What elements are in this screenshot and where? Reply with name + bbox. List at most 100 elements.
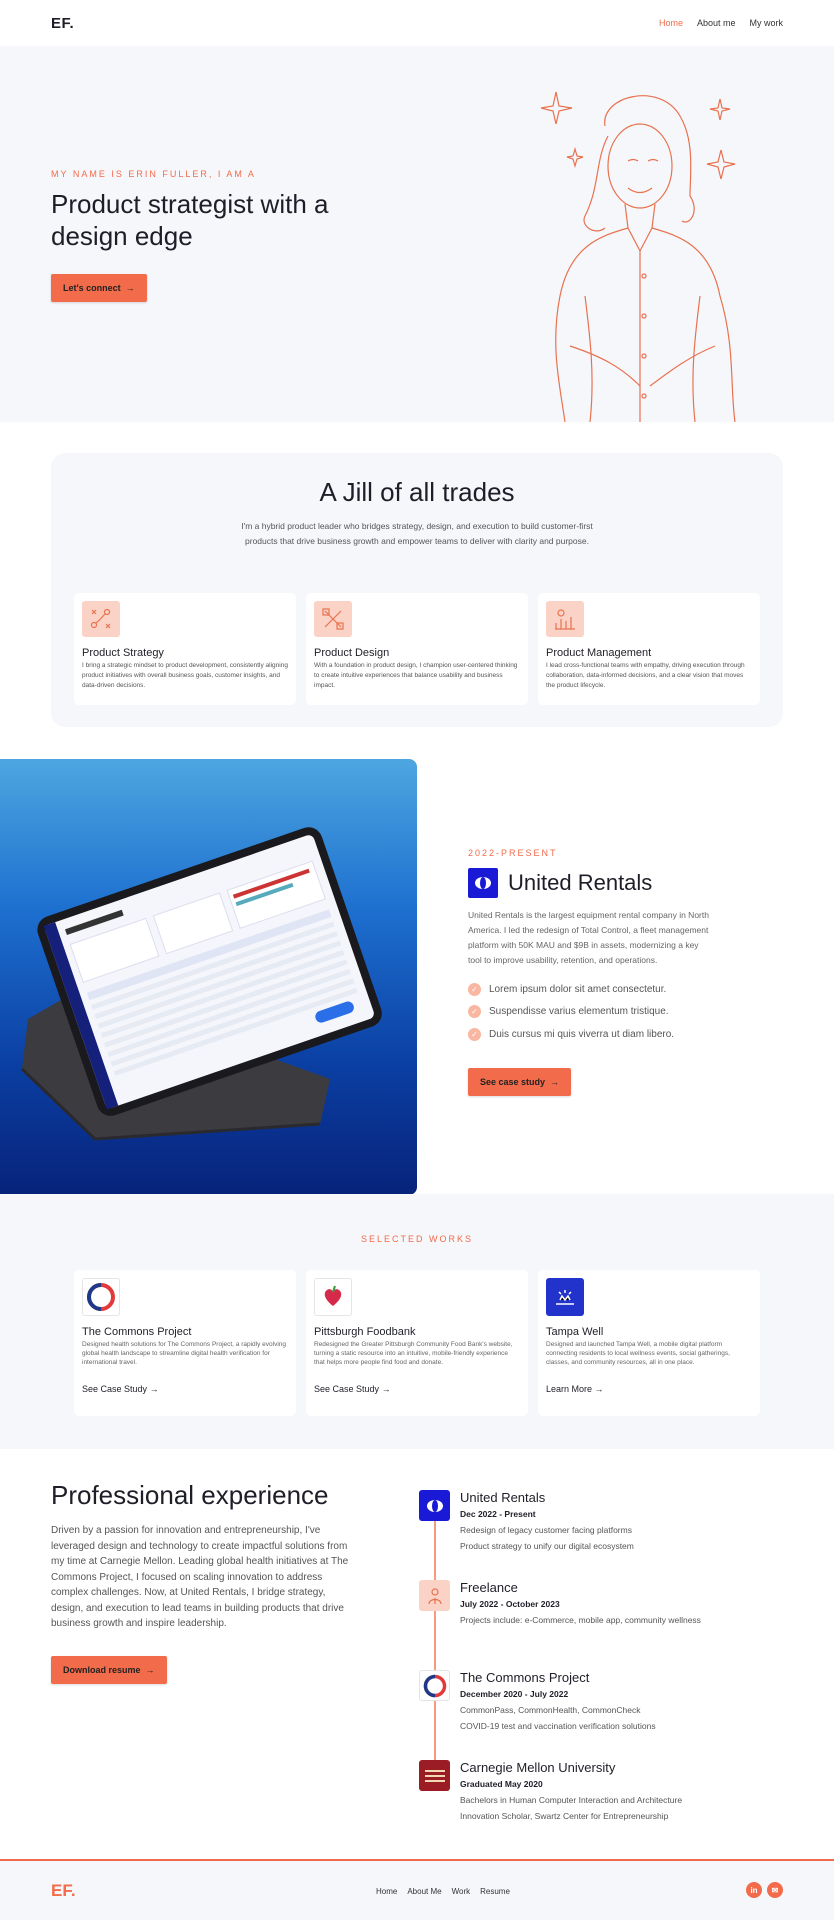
freelance-icon: [419, 1580, 450, 1611]
tablet-mockup-image: [0, 759, 417, 1195]
timeline-detail: Bachelors in Human Computer Interaction …: [460, 1795, 683, 1805]
bullet-text: Duis cursus mi quis viverra ut diam libe…: [489, 1028, 675, 1040]
work-link[interactable]: See Case Study →: [82, 1384, 288, 1394]
arrow-right-icon: →: [594, 1384, 604, 1394]
site-header: EF. Home About me My work: [0, 0, 834, 46]
skill-text: I lead cross-functional teams with empat…: [546, 662, 745, 689]
download-resume-button[interactable]: Download resume →: [51, 1656, 167, 1684]
commons-project-logo-icon: [82, 1278, 120, 1316]
skill-title: Product Management: [546, 647, 652, 659]
footer-nav-about[interactable]: About Me: [407, 1887, 441, 1896]
case-study-label: See case study: [480, 1076, 546, 1087]
timeline-detail: Redesign of legacy customer facing platf…: [460, 1525, 632, 1535]
hero-kicker: MY NAME IS ERIN FULLER, I AM A: [51, 169, 256, 179]
case-kicker: 2022-PRESENT: [468, 848, 558, 858]
work-card: The Commons Project Designed health solu…: [74, 1270, 296, 1416]
linkedin-icon[interactable]: in: [746, 1882, 762, 1898]
skills-lead: I'm a hybrid product leader who bridges …: [241, 521, 593, 546]
timeline-detail: Product strategy to unify our digital ec…: [460, 1541, 634, 1551]
footer-nav-resume[interactable]: Resume: [480, 1887, 510, 1896]
bullet-text: Suspendisse varius elementum tristique.: [489, 1006, 669, 1018]
skill-card: Product Strategy I bring a strategic min…: [74, 593, 296, 705]
check-icon: ✓: [468, 1005, 481, 1019]
timeline-name: Freelance: [460, 1580, 518, 1595]
skills-title: A Jill of all trades: [319, 477, 515, 507]
footer-nav: Home About Me Work Resume: [376, 1887, 510, 1896]
work-title: Tampa Well: [546, 1326, 604, 1338]
strategy-icon: [82, 601, 120, 637]
footer-nav-home[interactable]: Home: [376, 1887, 397, 1896]
work-title: Pittsburgh Foodbank: [314, 1326, 416, 1338]
check-icon: ✓: [468, 1027, 481, 1041]
arrow-right-icon: →: [149, 1384, 159, 1394]
arrow-right-icon: →: [145, 1665, 155, 1675]
bullet-item: ✓ Lorem ipsum dolor sit amet consectetur.: [468, 978, 768, 1001]
bullet-text: Lorem ipsum dolor sit amet consectetur.: [489, 983, 667, 995]
arrow-right-icon: →: [125, 283, 135, 293]
experience-text: Driven by a passion for innovation and e…: [51, 1525, 349, 1629]
work-card: Tampa Well Designed and launched Tampa W…: [538, 1270, 760, 1416]
footer-nav-work[interactable]: Work: [452, 1887, 471, 1896]
work-link-label: See Case Study: [82, 1384, 148, 1394]
tampa-well-logo-icon: [546, 1278, 584, 1316]
timeline-detail: Projects include: e-Commerce, mobile app…: [460, 1615, 701, 1625]
nav-about[interactable]: About me: [697, 18, 736, 28]
arrow-right-icon: →: [381, 1384, 391, 1394]
united-rentals-logo-icon: [419, 1490, 450, 1521]
timeline-detail: COVID-19 test and vaccination verificati…: [460, 1721, 656, 1731]
download-resume-label: Download resume: [63, 1665, 141, 1675]
timeline-date: Dec 2022 - Present: [460, 1509, 536, 1519]
experience-title: Professional experience: [51, 1480, 329, 1510]
work-link[interactable]: See Case Study →: [314, 1384, 520, 1394]
timeline-detail: CommonPass, CommonHealth, CommonCheck: [460, 1705, 641, 1715]
skills-section: A Jill of all trades I'm a hybrid produc…: [51, 453, 783, 727]
timeline-date: July 2022 - October 2023: [460, 1599, 560, 1609]
work-link-label: Learn More: [546, 1384, 593, 1394]
work-text: Designed health solutions for The Common…: [82, 1341, 287, 1366]
connect-button[interactable]: Let's connect →: [51, 274, 147, 302]
bullet-item: ✓ Duis cursus mi quis viverra ut diam lib…: [468, 1023, 768, 1046]
management-icon: [546, 601, 584, 637]
nav-home[interactable]: Home: [659, 18, 683, 28]
work-link[interactable]: Learn More →: [546, 1384, 752, 1394]
timeline-date: Graduated May 2020: [460, 1779, 543, 1789]
email-icon[interactable]: ✉: [767, 1882, 783, 1898]
bullet-item: ✓ Suspendisse varius elementum tristique.: [468, 1001, 768, 1024]
foodbank-logo-icon: [314, 1278, 352, 1316]
case-study-button[interactable]: See case study →: [468, 1067, 572, 1096]
logo[interactable]: EF.: [51, 15, 74, 32]
skill-text: I bring a strategic mindset to product d…: [82, 662, 288, 689]
sparkle-icon: [706, 149, 736, 180]
selected-works-section: SELECTED WORKS The Commons Project Desig…: [0, 1194, 834, 1449]
skill-title: Product Design: [314, 647, 390, 659]
skill-title: Product Strategy: [82, 647, 164, 659]
works-kicker: SELECTED WORKS: [360, 1234, 473, 1244]
timeline-name: The Commons Project: [460, 1670, 590, 1685]
design-icon: [314, 601, 352, 637]
sparkle-icon: [709, 98, 731, 121]
work-title: The Commons Project: [82, 1326, 192, 1338]
main-nav: Home About me My work: [659, 18, 783, 28]
footer-logo[interactable]: EF.: [51, 1881, 76, 1901]
case-bullets: ✓ Lorem ipsum dolor sit amet consectetur.…: [468, 978, 768, 1046]
portrait-illustration: [540, 91, 736, 422]
timeline-detail: Innovation Scholar, Swartz Center for En…: [460, 1811, 669, 1821]
skill-text: With a foundation in product design, I c…: [314, 662, 518, 689]
united-rentals-logo-icon: [468, 868, 498, 898]
featured-case-study: 2022-PRESENT United Rentals United Renta…: [468, 848, 768, 1096]
cmu-logo-icon: [419, 1760, 450, 1791]
hero-title: Product strategist with a design edge: [51, 189, 329, 251]
commons-project-logo-icon: [419, 1670, 450, 1701]
case-title: United Rentals: [508, 870, 653, 895]
site-footer: EF. Home About Me Work Resume in ✉: [0, 1859, 834, 1920]
sparkle-icon: [566, 146, 584, 169]
timeline-date: December 2020 - July 2022: [460, 1689, 569, 1699]
connect-label: Let's connect: [63, 283, 121, 293]
work-text: Designed and launched Tampa Well, a mobi…: [546, 1341, 730, 1366]
work-card: Pittsburgh Foodbank Redesigned the Great…: [306, 1270, 528, 1416]
case-description: United Rentals is the largest equipment …: [468, 910, 709, 965]
check-icon: ✓: [468, 982, 481, 996]
skill-card: Product Management I lead cross-function…: [538, 593, 760, 705]
timeline-name: Carnegie Mellon University: [460, 1760, 616, 1775]
nav-work[interactable]: My work: [750, 18, 784, 28]
